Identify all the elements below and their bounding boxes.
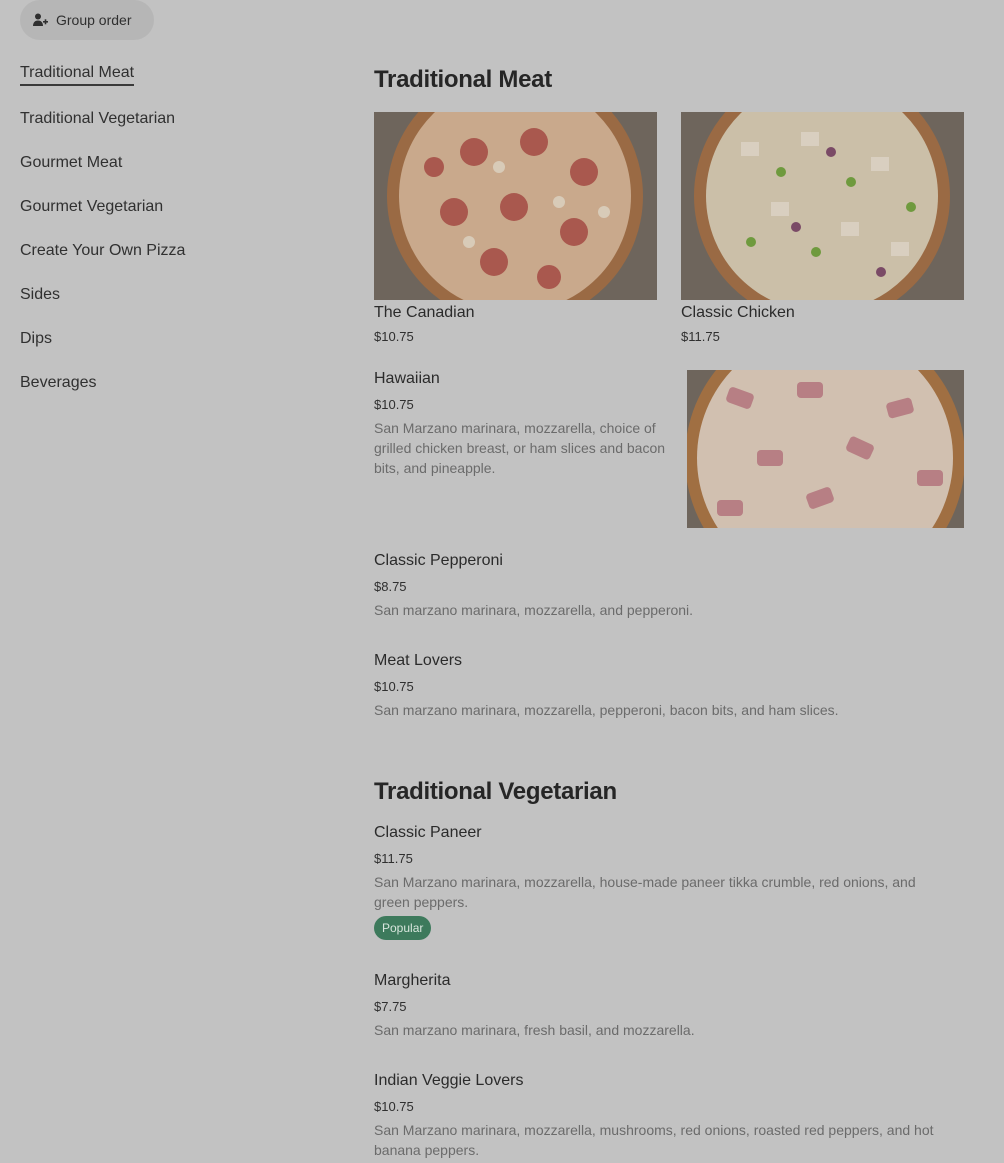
item-description-hawaiian: San Marzano marinara, mozzarella, choice… <box>374 420 666 476</box>
group-order-button[interactable]: Group order <box>20 0 154 40</box>
sidebar-item-create-your-own-pizza[interactable]: Create Your Own Pizza <box>20 242 185 260</box>
add-person-icon <box>32 12 48 28</box>
section-title-traditional-meat: Traditional Meat <box>374 66 552 93</box>
item-title-classic-paneer[interactable]: Classic Paneer <box>374 824 482 842</box>
item-price-hawaiian: $10.75 <box>374 397 414 412</box>
sidebar-item-dips[interactable]: Dips <box>20 330 52 348</box>
pizza-image-the-canadian[interactable] <box>374 112 657 300</box>
group-order-label: Group order <box>56 12 132 28</box>
item-price-indian-veggie-lovers: $10.75 <box>374 1099 414 1114</box>
item-price-classic-paneer: $11.75 <box>374 851 413 866</box>
item-description-margherita: San marzano marinara, fresh basil, and m… <box>374 1022 695 1038</box>
item-description-indian-veggie-lovers: San Marzano marinara, mozzarella, mushro… <box>374 1122 934 1158</box>
sidebar-item-traditional-vegetarian[interactable]: Traditional Vegetarian <box>20 110 175 128</box>
item-price-classic-chicken: $11.75 <box>681 329 720 344</box>
item-title-meat-lovers[interactable]: Meat Lovers <box>374 652 462 670</box>
item-price-classic-pepperoni: $8.75 <box>374 579 407 594</box>
item-title-classic-chicken[interactable]: Classic Chicken <box>681 304 795 322</box>
item-description-classic-paneer: San Marzano marinara, mozzarella, house-… <box>374 874 916 910</box>
sidebar-item-traditional-meat[interactable]: Traditional Meat <box>20 64 135 86</box>
sidebar-item-sides[interactable]: Sides <box>20 286 60 304</box>
section-title-traditional-vegetarian: Traditional Vegetarian <box>374 778 617 805</box>
item-price-meat-lovers: $10.75 <box>374 679 414 694</box>
item-description-meat-lovers: San marzano marinara, mozzarella, pepper… <box>374 702 839 718</box>
item-title-the-canadian[interactable]: The Canadian <box>374 304 475 322</box>
item-title-indian-veggie-lovers[interactable]: Indian Veggie Lovers <box>374 1072 523 1090</box>
pizza-image-hawaiian[interactable] <box>687 370 964 528</box>
popular-badge: Popular <box>374 916 432 940</box>
menu-page: Group order Traditional Meat Traditional… <box>0 0 1004 1163</box>
sidebar-item-beverages[interactable]: Beverages <box>20 374 97 392</box>
item-title-hawaiian[interactable]: Hawaiian <box>374 370 440 388</box>
item-title-classic-pepperoni[interactable]: Classic Pepperoni <box>374 552 503 570</box>
pizza-image-classic-chicken[interactable] <box>681 112 964 300</box>
sidebar-item-gourmet-meat[interactable]: Gourmet Meat <box>20 154 122 172</box>
item-price-margherita: $7.75 <box>374 999 407 1014</box>
sidebar-item-gourmet-vegetarian[interactable]: Gourmet Vegetarian <box>20 198 163 216</box>
item-title-margherita[interactable]: Margherita <box>374 972 450 990</box>
item-price-the-canadian: $10.75 <box>374 329 414 344</box>
item-description-classic-pepperoni: San marzano marinara, mozzarella, and pe… <box>374 602 694 618</box>
